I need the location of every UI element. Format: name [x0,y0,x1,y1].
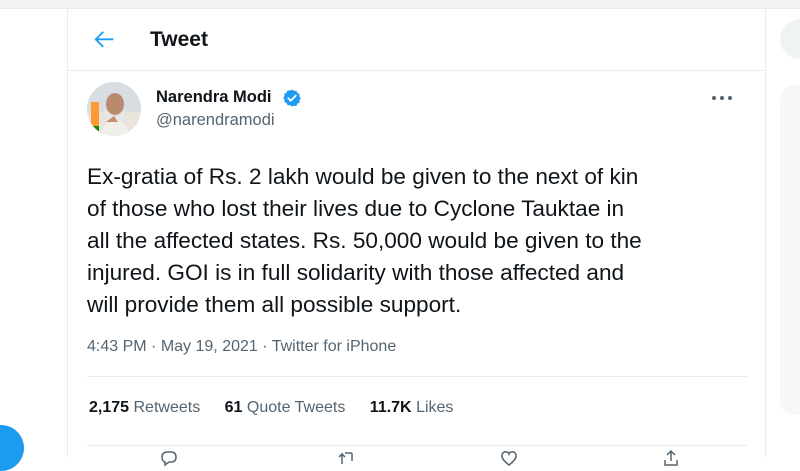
retweet-icon[interactable] [337,449,357,467]
page-header: Tweet [68,9,765,71]
tweet-metadata: 4:43 PM · May 19, 2021 · Twitter for iPh… [87,338,396,356]
trends-panel [780,85,800,415]
search-bar[interactable] [780,19,800,59]
tweet-source[interactable]: Twitter for iPhone [272,338,397,355]
avatar[interactable] [87,82,141,136]
tweet-time[interactable]: 4:43 PM [87,338,147,355]
tweet-text-line: Ex-gratia of Rs. 2 lakh would be given t… [87,164,639,189]
quote-tweets-count: 61 [224,399,243,416]
share-icon[interactable] [661,449,681,467]
more-options-icon[interactable] [710,89,734,107]
tweet-text-line: all the affected states. Rs. 50,000 woul… [87,228,642,253]
author-handle[interactable]: @narendramodi [156,111,275,130]
like-icon[interactable] [499,449,519,467]
verified-badge-icon [283,89,301,107]
top-bar [0,0,800,9]
compose-tweet-button[interactable] [0,425,24,471]
page-title: Tweet [150,28,208,51]
divider [87,445,747,446]
retweets-stat[interactable]: 2,175 Retweets [89,399,200,416]
tweet-stats: 2,175 Retweets 61 Quote Tweets 11.7K Lik… [89,399,473,417]
tweet-actions [87,449,747,469]
tweet-date[interactable]: May 19, 2021 [161,338,258,355]
main-column: Tweet Narendra Modi @narendramodi Ex-gra… [67,9,766,467]
likes-count: 11.7K [369,399,412,416]
meta-separator: · [151,338,157,355]
back-arrow-icon[interactable] [90,25,118,53]
tweet-text-line: will provide them all possible support. [87,292,462,317]
quote-tweets-label: Quote Tweets [246,399,346,416]
retweets-count: 2,175 [89,399,130,416]
tweet-text-line: injured. GOI is in full solidarity with … [87,260,625,285]
reply-icon[interactable] [159,449,179,467]
tweet-text: Ex-gratia of Rs. 2 lakh would be given t… [87,161,737,321]
right-sidebar [780,9,800,457]
divider [87,376,747,377]
retweets-label: Retweets [133,399,201,416]
meta-separator: · [262,338,268,355]
author-name[interactable]: Narendra Modi [156,88,272,107]
tweet-text-line: of those who lost their lives due to Cyc… [87,196,625,221]
quote-tweets-stat[interactable]: 61 Quote Tweets [225,399,346,416]
likes-label: Likes [416,399,454,416]
likes-stat[interactable]: 11.7K Likes [370,399,454,416]
